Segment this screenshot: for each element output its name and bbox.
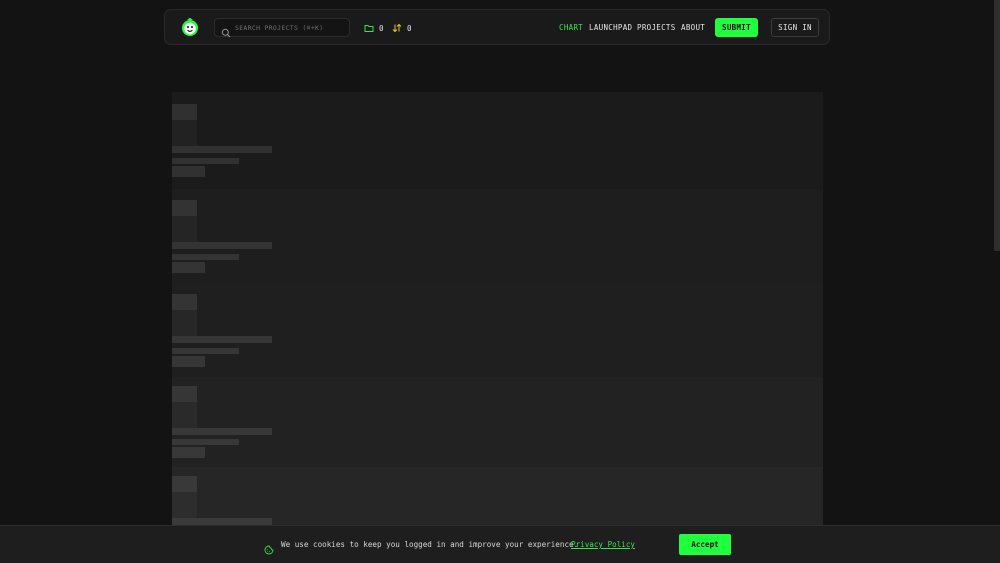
accept-cookies-button[interactable]: Accept	[679, 534, 731, 555]
skeleton-block	[172, 310, 197, 336]
skeleton-line	[172, 518, 272, 525]
folder-counter[interactable]: 0	[364, 22, 384, 34]
skeleton-line	[172, 146, 272, 153]
skeleton-line	[172, 439, 239, 445]
nav-about[interactable]: ABOUT	[681, 23, 705, 32]
skeleton-block	[172, 492, 197, 518]
skeleton-avatar	[172, 386, 197, 402]
skeleton-avatar	[172, 476, 197, 492]
skeleton-card	[172, 92, 823, 189]
skeleton-card	[172, 377, 823, 467]
skeleton-card	[172, 284, 823, 377]
skeleton-line	[172, 254, 239, 260]
nav-chart[interactable]: CHART	[559, 23, 583, 32]
cookie-banner: We use cookies to keep you logged in and…	[0, 525, 1000, 563]
skeleton-line	[172, 428, 272, 435]
search-icon	[221, 23, 231, 38]
skeleton-line	[172, 356, 205, 367]
skeleton-list	[172, 92, 823, 532]
nav-launchpad[interactable]: LAUNCHPAD	[589, 23, 632, 32]
skeleton-avatar	[172, 104, 197, 120]
sign-in-button[interactable]: SIGN IN	[771, 18, 819, 37]
top-header: 0 0 CHART LAUNCHPAD PROJECTS ABOUT SUBMI…	[164, 9, 830, 45]
skeleton-avatar	[172, 294, 197, 310]
skeleton-avatar	[172, 200, 197, 216]
skeleton-line	[172, 447, 205, 458]
page-scrollbar[interactable]	[994, 0, 1000, 251]
skeleton-line	[172, 166, 205, 177]
search-box[interactable]	[214, 18, 350, 38]
skeleton-line	[172, 158, 239, 164]
skeleton-block	[172, 402, 197, 428]
nav-projects[interactable]: PROJECTS	[637, 23, 676, 32]
skeleton-line	[172, 336, 272, 343]
folder-icon	[364, 25, 374, 32]
submit-button[interactable]: SUBMIT	[715, 18, 758, 37]
skeleton-card	[172, 189, 823, 284]
skeleton-block	[172, 120, 197, 146]
folder-count: 0	[379, 23, 384, 33]
cookie-message: We use cookies to keep you logged in and…	[281, 540, 579, 549]
up-down-arrows-icon	[392, 23, 402, 33]
search-input[interactable]	[235, 20, 345, 35]
mascot-logo-icon[interactable]	[180, 17, 200, 37]
vote-counter[interactable]: 0	[392, 22, 412, 34]
privacy-policy-link[interactable]: Privacy Policy	[571, 540, 635, 549]
skeleton-line	[172, 348, 239, 354]
skeleton-card	[172, 467, 823, 532]
vote-count: 0	[407, 23, 412, 33]
cookie-icon	[264, 540, 274, 555]
skeleton-line	[172, 262, 205, 273]
skeleton-line	[172, 242, 272, 249]
skeleton-block	[172, 216, 197, 242]
